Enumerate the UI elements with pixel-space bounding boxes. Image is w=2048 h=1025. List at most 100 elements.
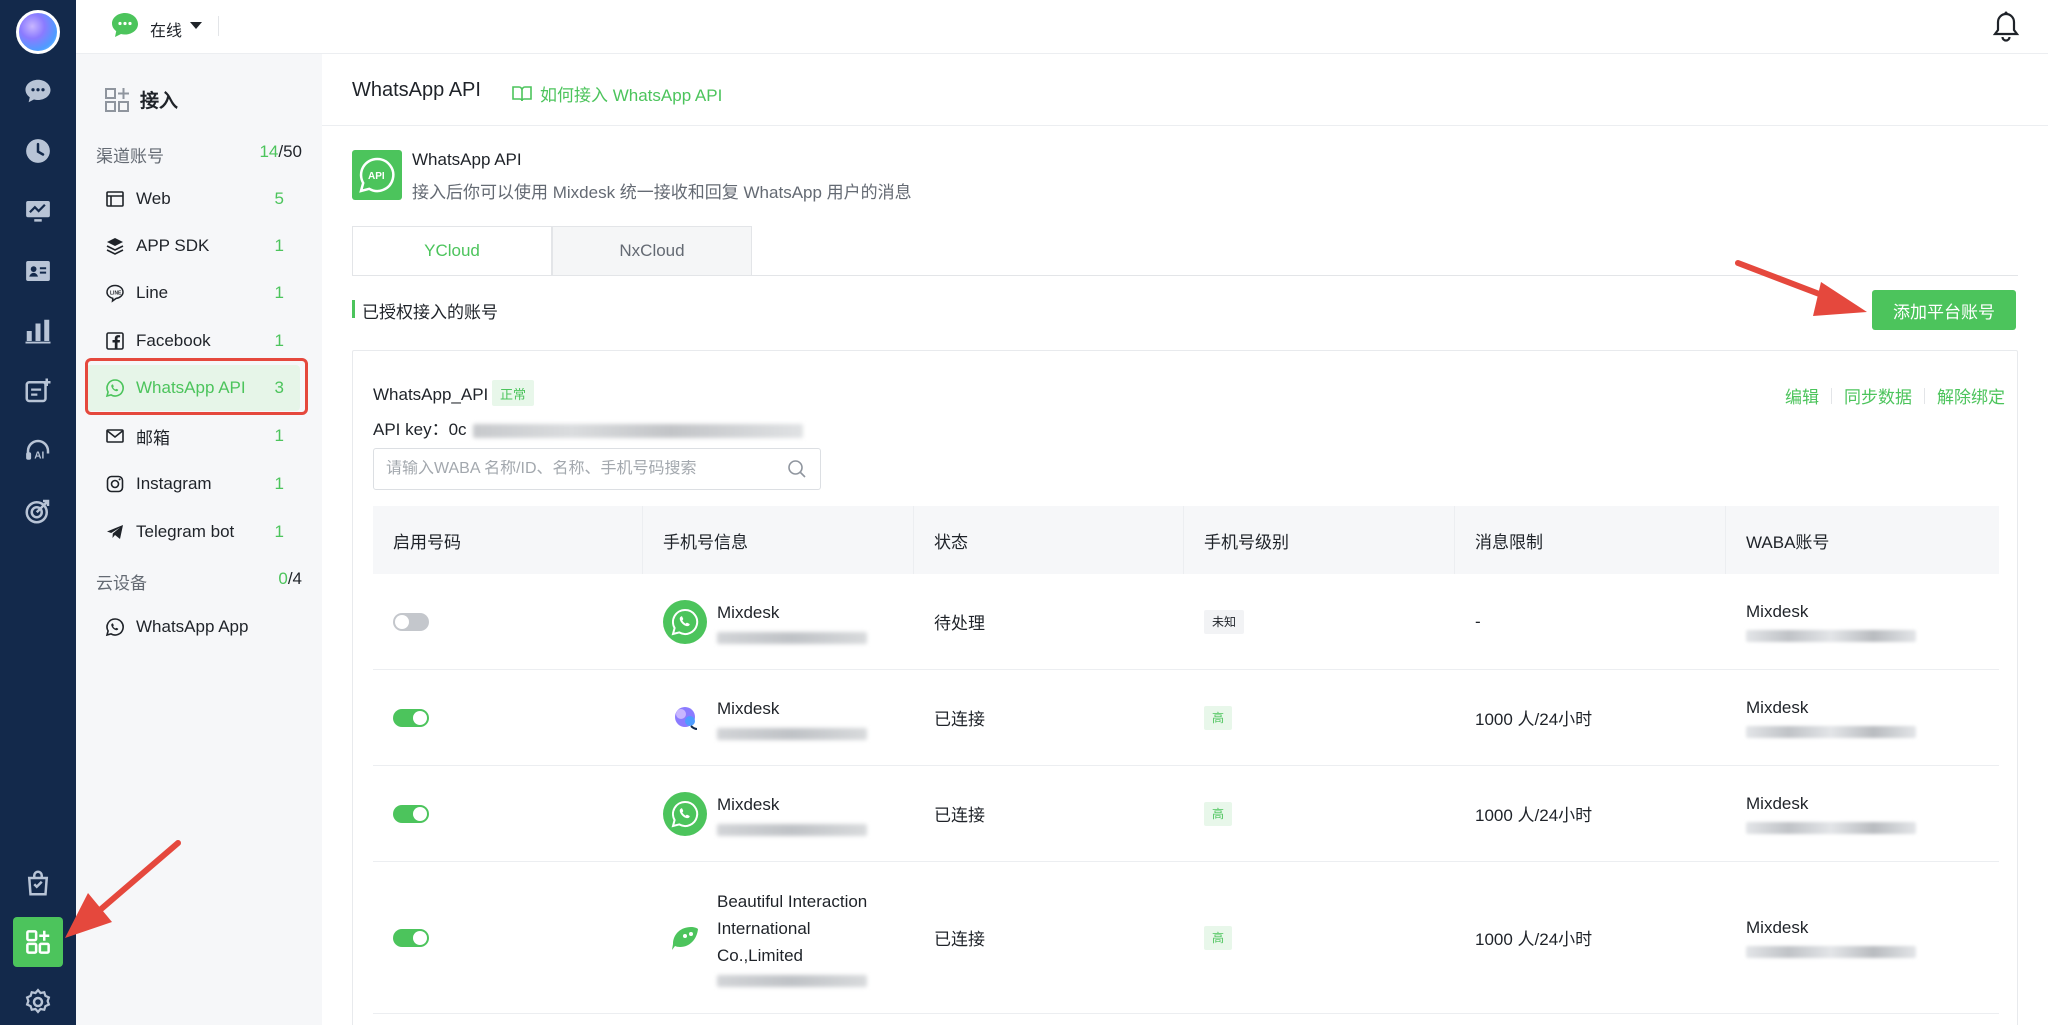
sidebar-header: 接入	[104, 86, 178, 113]
stats-icon[interactable]	[13, 306, 63, 356]
status-label[interactable]: 在线	[150, 17, 182, 41]
unbind-button[interactable]: 解除绑定	[1937, 383, 2005, 408]
sidebar-item-line[interactable]: LINE Line 1	[86, 270, 300, 316]
whatsapp-avatar-icon	[663, 599, 707, 644]
app-description: 接入后你可以使用 Mixdesk 统一接收和回复 WhatsApp 用户的消息	[412, 183, 912, 202]
account-name: WhatsApp_API	[373, 385, 489, 404]
brand-leaf-icon	[663, 916, 707, 960]
group-count: 14/50	[259, 142, 302, 161]
sidebar-item-label: 邮箱	[136, 428, 170, 448]
table-row: Beautiful Interaction International Co.,…	[373, 862, 1999, 1014]
sidebar-item-instagram[interactable]: Instagram 1	[86, 461, 300, 507]
contacts-icon[interactable]	[13, 246, 63, 296]
sidebar-item-telegram-bot[interactable]: Telegram bot 1	[86, 509, 300, 555]
status-cell: 已连接	[934, 710, 985, 729]
level-badge: 高	[1204, 705, 1233, 730]
target-icon[interactable]	[13, 486, 63, 536]
phone-name: Mixdesk	[717, 603, 780, 622]
level-badge: 高	[1204, 925, 1233, 950]
api-key-redacted	[472, 423, 803, 438]
search-box	[373, 448, 821, 490]
link-label: 如何接入 WhatsApp API	[540, 86, 723, 105]
sidebar-item-label: Web	[136, 189, 171, 208]
tab-ycloud[interactable]: YCloud	[352, 226, 552, 276]
section-marker	[352, 300, 355, 318]
ticket-icon[interactable]	[13, 366, 63, 416]
main-content: WhatsApp API 如何接入 WhatsApp API API Whats…	[322, 54, 2048, 1025]
phone-name: Mixdesk	[717, 699, 780, 718]
instagram-icon	[104, 473, 126, 495]
app-name: WhatsApp API	[412, 150, 522, 169]
monitor-icon[interactable]	[13, 186, 63, 236]
sidebar-item-web[interactable]: Web 5	[86, 176, 300, 222]
settings-icon[interactable]	[13, 977, 63, 1025]
ai-agent-icon[interactable]: AI	[13, 426, 63, 476]
sidebar-item-label: Line	[136, 283, 169, 302]
limit-cell: 1000 人/24小时	[1475, 930, 1593, 949]
waba-name: Mixdesk	[1746, 917, 1809, 937]
waba-name: Mixdesk	[1746, 697, 1809, 717]
sidebar-item-app-sdk[interactable]: APP SDK 1	[86, 223, 300, 269]
limit-cell: 1000 人/24小时	[1475, 710, 1593, 729]
sync-data-button[interactable]: 同步数据	[1844, 383, 1912, 408]
group-count: 0/4	[278, 569, 302, 588]
account-actions: 编辑 同步数据 解除绑定	[1785, 383, 2005, 408]
sidebar-item-label: APP SDK	[136, 236, 210, 255]
search-input[interactable]	[386, 460, 786, 478]
edit-button[interactable]: 编辑	[1785, 383, 1819, 408]
annotation-arrow-icon	[1735, 260, 1867, 316]
level-badge: 未知	[1204, 609, 1245, 634]
status-cell: 已连接	[934, 806, 985, 825]
status-cell: 待处理	[934, 614, 985, 633]
sidebar-item-label: Telegram bot	[136, 522, 235, 541]
table-row: Mixdesk 待处理 未知 - Mixdesk	[373, 574, 1999, 670]
sidebar-item-whatsapp-app[interactable]: WhatsApp App	[86, 604, 300, 650]
sidebar-item-count: 1	[274, 522, 284, 541]
sidebar-item-label: Instagram	[136, 474, 212, 493]
integration-icon[interactable]	[13, 917, 63, 967]
bell-icon[interactable]	[1990, 10, 2022, 44]
app-logo[interactable]	[16, 10, 60, 54]
sidebar-item-count: 1	[274, 426, 284, 445]
tab-nxcloud[interactable]: NxCloud	[552, 226, 752, 276]
waba-name: Mixdesk	[1746, 601, 1809, 621]
status-cell: 已连接	[934, 930, 985, 949]
enable-toggle[interactable]	[393, 928, 429, 947]
app-root: { "topbar": {"status_label": "在线"}, "rai…	[0, 0, 2048, 1025]
svg-text:API: API	[368, 171, 385, 182]
table-row: Mixdesk 已连接 高 1000 人/24小时 Mixdesk	[373, 766, 1999, 862]
online-status-icon[interactable]	[110, 11, 140, 39]
page-header: WhatsApp API 如何接入 WhatsApp API	[322, 54, 2048, 126]
chevron-down-icon[interactable]	[190, 22, 202, 29]
sidebar-item-mail[interactable]: 邮箱 1	[86, 413, 300, 459]
shopping-bag-icon[interactable]	[13, 858, 63, 908]
column-header: 手机号信息	[643, 506, 914, 574]
search-icon[interactable]	[786, 458, 808, 480]
limit-cell: -	[1475, 611, 1481, 631]
annotation-arrow-icon	[65, 840, 181, 938]
sidebar-item-label: WhatsApp App	[136, 617, 249, 636]
web-icon	[104, 188, 126, 210]
line-icon: LINE	[104, 282, 126, 304]
group-label: 渠道账号	[96, 147, 164, 166]
enable-toggle[interactable]	[393, 612, 429, 631]
history-icon[interactable]	[13, 126, 63, 176]
chat-icon[interactable]	[13, 66, 63, 116]
add-platform-account-button[interactable]: 添加平台账号	[1872, 290, 2016, 330]
sidebar-item-label: Facebook	[136, 331, 211, 350]
grid-plus-icon	[105, 87, 129, 112]
sidebar-item-count: 1	[274, 474, 284, 493]
divider	[218, 16, 219, 36]
enable-toggle[interactable]	[393, 708, 429, 727]
api-key-value: 0c	[448, 420, 467, 439]
column-header: 消息限制	[1455, 506, 1726, 574]
api-key-label: API key：	[373, 420, 449, 439]
section-title: 已授权接入的账号	[362, 303, 498, 322]
enable-toggle[interactable]	[393, 804, 429, 823]
sidebar-item-count: 5	[274, 189, 284, 208]
whatsapp-avatar-icon	[663, 791, 707, 836]
how-to-connect-link[interactable]: 如何接入 WhatsApp API	[512, 81, 722, 106]
telegram-icon	[104, 521, 126, 543]
phone-number-redacted	[717, 728, 867, 740]
column-header: 手机号级别	[1184, 506, 1455, 574]
